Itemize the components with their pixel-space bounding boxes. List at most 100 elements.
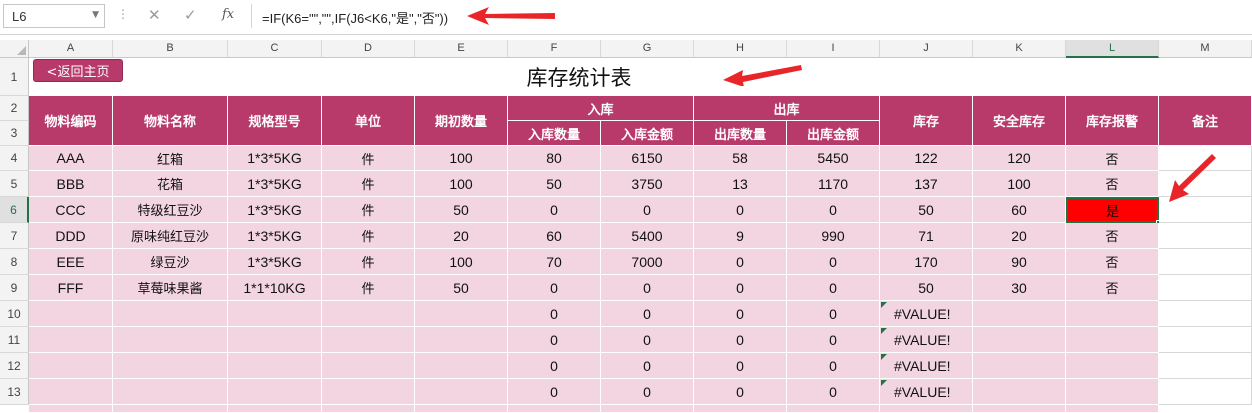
cell-code[interactable]: BBB <box>29 171 113 197</box>
cell-safety[interactable]: 100 <box>973 171 1066 197</box>
cell-spec[interactable] <box>228 379 322 405</box>
cell-empty[interactable] <box>694 405 787 413</box>
cell-unit[interactable]: 件 <box>322 197 415 223</box>
cell-empty[interactable] <box>228 405 322 413</box>
cell-safety[interactable]: 120 <box>973 146 1066 171</box>
cell-safety[interactable] <box>973 301 1066 327</box>
cell-opening[interactable]: 50 <box>415 275 508 301</box>
cell-out-qty[interactable]: 0 <box>694 301 787 327</box>
row-header-7[interactable]: 7 <box>0 223 29 249</box>
cell-safety[interactable]: 30 <box>973 275 1066 301</box>
cell-out-amt[interactable]: 0 <box>787 301 880 327</box>
formula-input[interactable]: =IF(K6="","",IF(J6<K6,"是","否")) <box>251 4 1249 28</box>
cell-out-amt[interactable]: 1170 <box>787 171 880 197</box>
cell-alarm[interactable]: 否 <box>1066 171 1159 197</box>
cell-out-qty[interactable]: 13 <box>694 171 787 197</box>
cell-empty[interactable] <box>1066 405 1159 413</box>
cell-opening[interactable]: 100 <box>415 249 508 275</box>
cell-unit[interactable] <box>322 379 415 405</box>
cell-name[interactable]: 特级红豆沙 <box>113 197 228 223</box>
cell-in-qty[interactable]: 80 <box>508 146 601 171</box>
cell-in-qty[interactable]: 0 <box>508 379 601 405</box>
cell-stock[interactable]: #VALUE! <box>880 301 973 327</box>
column-header-c[interactable]: C <box>228 40 322 58</box>
cell-opening[interactable] <box>415 379 508 405</box>
cell-alarm[interactable]: 否 <box>1066 275 1159 301</box>
row-header-5[interactable]: 5 <box>0 171 29 197</box>
cell-out-qty[interactable]: 0 <box>694 379 787 405</box>
cell-alarm[interactable]: 否 <box>1066 146 1159 171</box>
row-header-3[interactable]: 3 <box>0 121 29 146</box>
cell-in-qty[interactable]: 0 <box>508 353 601 379</box>
cell-spec[interactable]: 1*3*5KG <box>228 146 322 171</box>
cell-safety[interactable]: 90 <box>973 249 1066 275</box>
cell-alarm[interactable] <box>1066 327 1159 353</box>
cell-remark[interactable] <box>1159 353 1252 379</box>
cell-spec[interactable]: 1*3*5KG <box>228 197 322 223</box>
enter-check-icon[interactable]: ✓ <box>184 6 197 24</box>
cell-code[interactable]: EEE <box>29 249 113 275</box>
cell-in-amt[interactable]: 5400 <box>601 223 694 249</box>
cell-stock[interactable]: 50 <box>880 197 973 223</box>
cell-unit[interactable]: 件 <box>322 146 415 171</box>
cell-opening[interactable]: 100 <box>415 171 508 197</box>
cell-code[interactable] <box>29 353 113 379</box>
cell-in-amt[interactable]: 0 <box>601 327 694 353</box>
cell-safety[interactable] <box>973 353 1066 379</box>
cell-stock[interactable]: 122 <box>880 146 973 171</box>
chevron-down-icon[interactable]: ▼ <box>92 10 99 20</box>
back-to-home-button[interactable]: <返回主页 <box>33 59 123 82</box>
column-header-b[interactable]: B <box>113 40 228 58</box>
cell-out-qty[interactable]: 58 <box>694 146 787 171</box>
cell-stock[interactable]: 71 <box>880 223 973 249</box>
row-header-4[interactable]: 4 <box>0 146 29 171</box>
column-header-g[interactable]: G <box>601 40 694 58</box>
cell-out-qty[interactable]: 0 <box>694 197 787 223</box>
cell-out-qty[interactable]: 0 <box>694 275 787 301</box>
row-header-12[interactable]: 12 <box>0 353 29 379</box>
cell-unit[interactable]: 件 <box>322 249 415 275</box>
cell-opening[interactable] <box>415 301 508 327</box>
cell-out-amt[interactable]: 0 <box>787 379 880 405</box>
cell-spec[interactable]: 1*3*5KG <box>228 171 322 197</box>
cell-safety[interactable]: 60 <box>973 197 1066 223</box>
cell-in-amt[interactable]: 0 <box>601 275 694 301</box>
cell-alarm[interactable] <box>1066 353 1159 379</box>
cell-empty[interactable] <box>508 405 601 413</box>
column-header-i[interactable]: I <box>787 40 880 58</box>
cell-empty[interactable] <box>787 405 880 413</box>
cell-remark[interactable] <box>1159 223 1252 249</box>
cell-name[interactable]: 花箱 <box>113 171 228 197</box>
cell-spec[interactable] <box>228 353 322 379</box>
cell-name[interactable]: 草莓味果酱 <box>113 275 228 301</box>
cell-unit[interactable] <box>322 301 415 327</box>
column-header-e[interactable]: E <box>415 40 508 58</box>
cell-empty[interactable] <box>601 405 694 413</box>
row-header-10[interactable]: 10 <box>0 301 29 327</box>
cell-remark[interactable] <box>1159 249 1252 275</box>
cell-remark[interactable] <box>1159 327 1252 353</box>
cell-unit[interactable] <box>322 353 415 379</box>
cell-code[interactable]: FFF <box>29 275 113 301</box>
cell-unit[interactable]: 件 <box>322 275 415 301</box>
column-header-m[interactable]: M <box>1159 40 1252 58</box>
cell-in-amt[interactable]: 0 <box>601 301 694 327</box>
cell-stock[interactable]: 50 <box>880 275 973 301</box>
cell-out-qty[interactable]: 9 <box>694 223 787 249</box>
column-header-a[interactable]: A <box>29 40 113 58</box>
cell-stock[interactable]: 137 <box>880 171 973 197</box>
row-header-13[interactable]: 13 <box>0 379 29 405</box>
cell-remark[interactable] <box>1159 275 1252 301</box>
row-header-8[interactable]: 8 <box>0 249 29 275</box>
cell-empty[interactable] <box>415 405 508 413</box>
cell-out-amt[interactable]: 0 <box>787 197 880 223</box>
cell-spec[interactable] <box>228 301 322 327</box>
row-header-11[interactable]: 11 <box>0 327 29 353</box>
cell-remark[interactable] <box>1159 301 1252 327</box>
cell-name[interactable]: 绿豆沙 <box>113 249 228 275</box>
cell-name[interactable] <box>113 327 228 353</box>
row-header-2[interactable]: 2 <box>0 96 29 121</box>
cell-in-amt[interactable]: 0 <box>601 379 694 405</box>
cell-out-qty[interactable]: 0 <box>694 249 787 275</box>
cell-empty[interactable] <box>973 405 1066 413</box>
